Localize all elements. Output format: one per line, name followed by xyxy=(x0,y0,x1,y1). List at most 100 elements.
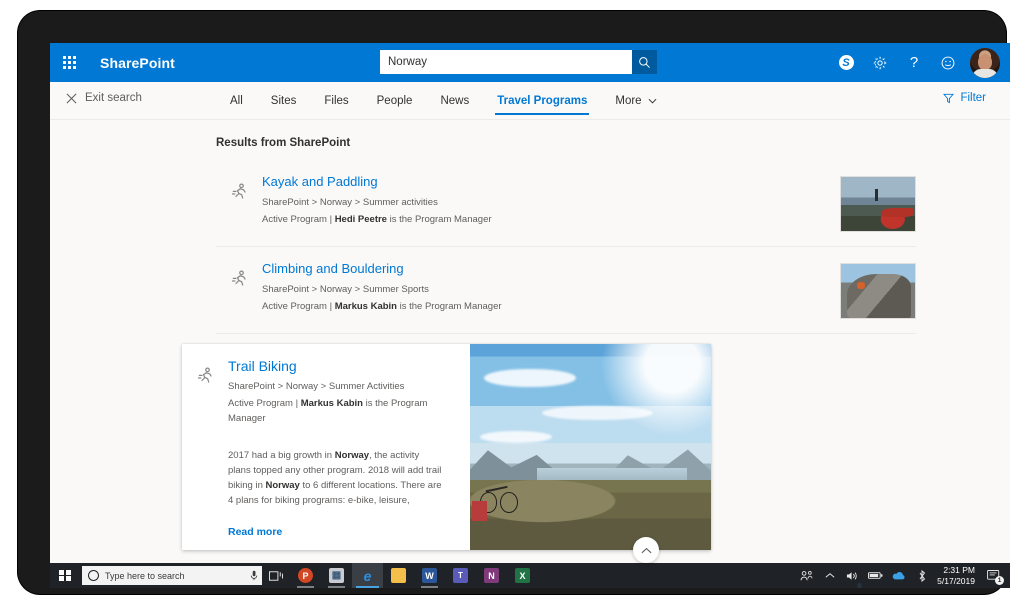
cloud-shape xyxy=(542,406,653,420)
results-heading: Results from SharePoint xyxy=(216,137,350,149)
search-icon xyxy=(638,56,651,69)
chevron-up-icon xyxy=(641,547,652,554)
folder-icon xyxy=(391,568,406,583)
result-thumbnail-kayak[interactable] xyxy=(840,176,916,232)
bluetooth-icon xyxy=(916,570,928,582)
tab-more[interactable]: More xyxy=(601,82,670,120)
onedrive-cloud-icon xyxy=(891,571,906,581)
exit-search-button[interactable]: Exit search xyxy=(66,92,142,104)
filter-button[interactable]: Filter xyxy=(943,92,986,104)
tab-files[interactable]: Files xyxy=(310,82,362,120)
result-manager-suffix: is the Program Manager xyxy=(390,214,492,225)
skype-icon: S xyxy=(839,55,854,70)
suite-bar: SharePoint S xyxy=(50,43,1010,82)
tab-sites[interactable]: Sites xyxy=(257,82,311,120)
results-area[interactable]: Results from SharePoint xyxy=(50,120,1010,588)
expanded-result-card-trail-biking[interactable]: Trail Biking SharePoint > Norway > Summe… xyxy=(182,344,711,550)
taskbar-app-media-player[interactable]: ▦ xyxy=(321,563,352,588)
result-item-climbing-and-bouldering[interactable]: Climbing and Bouldering SharePoint > Nor… xyxy=(216,247,916,334)
tab-all[interactable]: All xyxy=(216,82,257,120)
taskbar-app-teams[interactable]: T xyxy=(445,563,476,588)
suite-title[interactable]: SharePoint xyxy=(100,55,175,71)
suite-bar-actions: S ? xyxy=(830,43,1002,82)
taskbar-app-word[interactable]: W xyxy=(414,563,445,588)
start-button[interactable] xyxy=(50,563,80,588)
description-part-1: 2017 had a big growth in xyxy=(228,450,335,461)
show-hidden-icons-button[interactable] xyxy=(818,563,841,588)
expanded-card-image[interactable] xyxy=(470,344,711,550)
screen: SharePoint S xyxy=(50,43,1010,588)
result-status: Active Program xyxy=(262,214,327,225)
app-launcher-button[interactable] xyxy=(50,43,88,82)
result-thumbnail-climbing[interactable] xyxy=(840,263,916,319)
expanded-description: 2017 had a big growth in Norway, the act… xyxy=(228,448,458,508)
tab-travel-programs[interactable]: Travel Programs xyxy=(483,82,601,120)
action-center-button[interactable]: 1 xyxy=(982,563,1006,588)
tab-people[interactable]: People xyxy=(363,82,427,120)
help-button[interactable]: ? xyxy=(898,43,930,82)
taskbar-search-placeholder: Type here to search xyxy=(105,571,250,581)
taskbar-app-onenote[interactable]: N xyxy=(476,563,507,588)
tab-news-label: News xyxy=(440,95,469,107)
onedrive-button[interactable] xyxy=(887,563,910,588)
expanded-manager-name: Markus Kabin xyxy=(301,398,363,409)
result-item-kayak-and-paddling[interactable]: Kayak and Paddling SharePoint > Norway >… xyxy=(216,160,916,247)
result-content: Kayak and Paddling SharePoint > Norway >… xyxy=(262,174,840,232)
expanded-metadata: Active Program | Markus Kabin is the Pro… xyxy=(228,396,458,426)
tab-files-label: Files xyxy=(324,95,348,107)
clock-time: 2:31 PM xyxy=(943,565,975,576)
taskbar-app-file-explorer[interactable] xyxy=(383,563,414,588)
skype-button[interactable]: S xyxy=(830,43,862,82)
result-title-link[interactable]: Climbing and Bouldering xyxy=(262,261,828,277)
taskbar-app-excel[interactable]: X xyxy=(507,563,538,588)
description-highlight-2: Norway xyxy=(266,480,300,491)
help-icon: ? xyxy=(910,54,918,71)
result-title-link[interactable]: Kayak and Paddling xyxy=(262,174,828,190)
task-view-button[interactable] xyxy=(262,563,290,588)
filter-icon xyxy=(943,93,954,104)
result-manager-suffix: is the Program Manager xyxy=(400,301,502,312)
running-person-icon xyxy=(195,366,215,386)
taskbar-app-powerpoint[interactable]: P xyxy=(290,563,321,588)
expanded-card-content: Trail Biking SharePoint > Norway > Summe… xyxy=(228,358,470,540)
settings-button[interactable] xyxy=(864,43,896,82)
search-vertical-tabs: All Sites Files People News Travel Progr… xyxy=(216,82,671,120)
result-breadcrumb: SharePoint > Norway > Summer Sports xyxy=(262,282,828,297)
search-box xyxy=(380,50,657,74)
program-icon xyxy=(216,261,262,319)
cortana-icon xyxy=(88,570,99,581)
battery-button[interactable] xyxy=(864,563,887,588)
device-frame: SharePoint S xyxy=(18,11,1006,594)
expanded-separator: | xyxy=(296,398,298,409)
result-content: Climbing and Bouldering SharePoint > Nor… xyxy=(262,261,840,319)
taskbar-app-edge[interactable]: e xyxy=(352,563,383,588)
tab-more-label: More xyxy=(615,95,641,107)
people-button[interactable] xyxy=(795,563,818,588)
people-icon xyxy=(800,570,813,582)
avatar[interactable] xyxy=(970,48,1000,78)
teams-icon: T xyxy=(453,568,468,583)
search-input[interactable] xyxy=(380,50,632,74)
microphone-icon[interactable] xyxy=(250,570,258,581)
program-icon xyxy=(182,358,228,540)
word-icon: W xyxy=(422,568,437,583)
cloud-shape xyxy=(484,369,576,388)
tab-all-label: All xyxy=(230,95,243,107)
exit-search-label: Exit search xyxy=(85,92,142,104)
waffle-icon xyxy=(63,56,76,69)
taskbar-clock[interactable]: 2:31 PM 5/17/2019 xyxy=(933,565,982,587)
smiley-icon xyxy=(940,55,956,71)
edge-icon: e xyxy=(360,568,375,583)
clock-date: 5/17/2019 xyxy=(937,576,975,587)
tab-sites-label: Sites xyxy=(271,95,297,107)
expanded-title-link[interactable]: Trail Biking xyxy=(228,358,458,374)
bluetooth-button[interactable] xyxy=(910,563,933,588)
tab-news[interactable]: News xyxy=(426,82,483,120)
windows-logo-icon xyxy=(59,570,71,582)
collapse-card-button[interactable] xyxy=(633,537,659,563)
taskbar-search-box[interactable]: Type here to search xyxy=(82,566,262,585)
result-separator: | xyxy=(330,214,332,225)
search-button[interactable] xyxy=(632,50,657,74)
read-more-link[interactable]: Read more xyxy=(228,526,282,538)
feedback-button[interactable] xyxy=(932,43,964,82)
